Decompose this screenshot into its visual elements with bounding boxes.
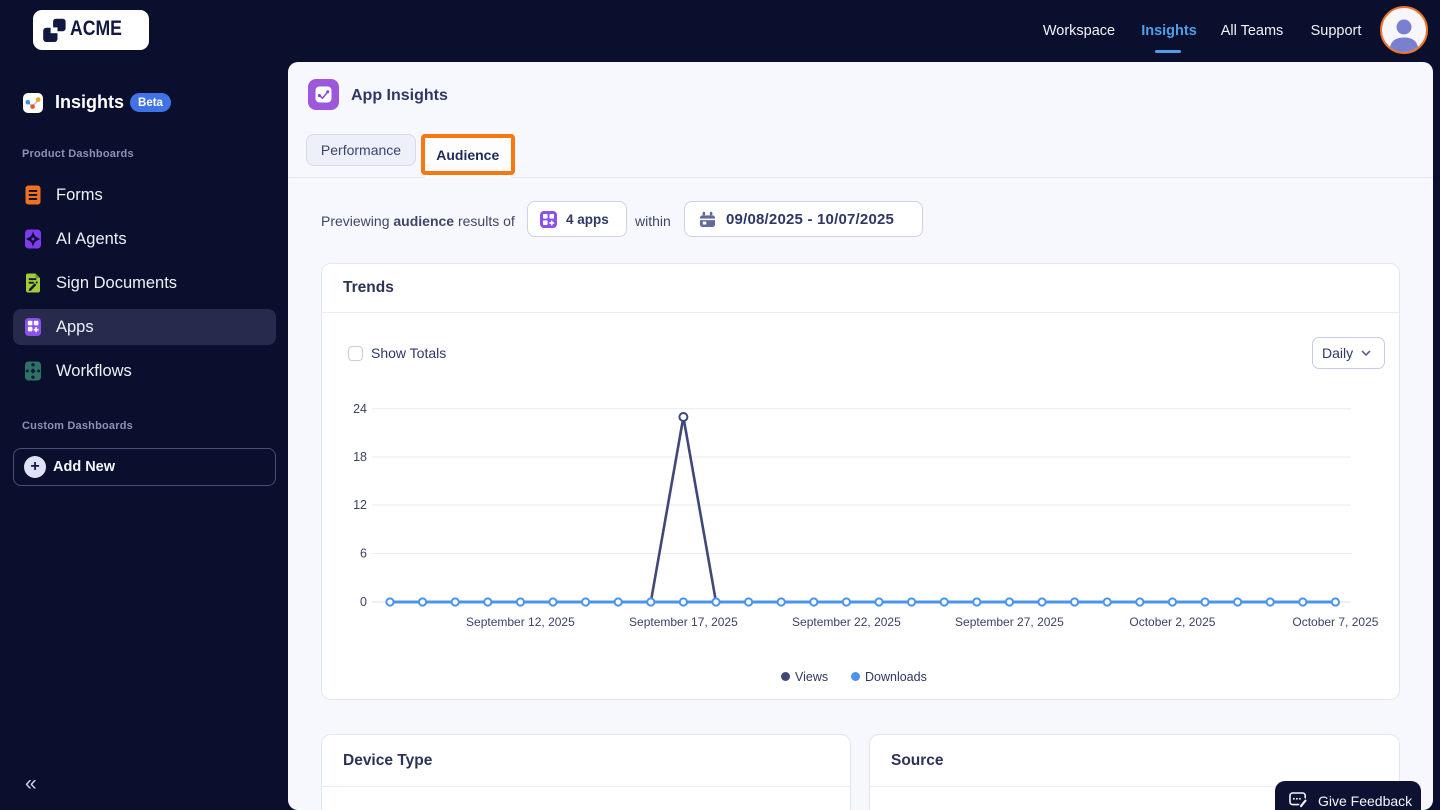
svg-text:18: 18 [353,450,367,464]
svg-text:September 17, 2025: September 17, 2025 [629,615,738,629]
svg-text:October 7, 2025: October 7, 2025 [1292,615,1378,629]
svg-text:Views: Views [795,670,828,684]
svg-text:24: 24 [353,402,367,416]
svg-text:September 22, 2025: September 22, 2025 [792,615,901,629]
svg-text:September 27, 2025: September 27, 2025 [955,615,1064,629]
svg-text:October 2, 2025: October 2, 2025 [1129,615,1215,629]
svg-text:12: 12 [353,498,367,512]
svg-text:September 12, 2025: September 12, 2025 [466,615,575,629]
svg-text:6: 6 [360,547,367,561]
svg-text:Downloads: Downloads [865,670,927,684]
svg-text:0: 0 [360,595,367,609]
